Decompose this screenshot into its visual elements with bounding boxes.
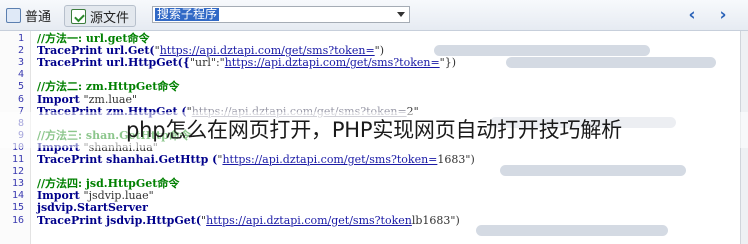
code-text: TracePrint url.HttpGet({"url":"https://a… xyxy=(37,57,456,69)
code-text: TracePrint shanhai.GetHttp ("https://api… xyxy=(37,154,475,166)
code-token-url[interactable]: https://api.dztapi.com/get/sms?token= xyxy=(222,153,437,166)
line-number: 15 xyxy=(11,202,24,214)
line-number: 11 xyxy=(11,154,24,165)
code-token-kw: Import xyxy=(37,92,84,106)
code-token-url[interactable]: https://api.dztapi.com/get/sms?token= xyxy=(225,56,440,69)
code-token-kw: TracePrint url.HttpGet({ xyxy=(37,56,190,70)
navigate-forward-icon[interactable]: › xyxy=(714,6,732,24)
line-number: 16 xyxy=(11,214,24,226)
redacted-token xyxy=(506,57,716,68)
line-number: 6 xyxy=(17,93,24,105)
redacted-token xyxy=(476,225,668,236)
code-token-url[interactable]: https://api.dztapi.com/get/sms?token= xyxy=(160,44,375,57)
code-token-tail: lb1683") xyxy=(411,213,460,227)
normal-view-button[interactable]: 普通 xyxy=(6,5,51,25)
redacted-token xyxy=(500,165,686,176)
code-token-kw: TracePrint url.Get( xyxy=(37,44,155,58)
line-number: 14 xyxy=(11,190,24,202)
source-view-label: 源文件 xyxy=(90,9,130,25)
source-file-icon xyxy=(71,8,86,24)
code-token-kw: TracePrint jsdvip.HttpGet( xyxy=(37,213,202,227)
code-token-kw: jsdvip.StartServer xyxy=(37,201,148,215)
subroutine-search-select[interactable]: 搜索子程序 xyxy=(152,6,410,23)
line-number: 5 xyxy=(17,81,24,93)
code-token-tail: ") xyxy=(374,44,385,58)
line-number: 12 xyxy=(11,166,24,178)
normal-view-icon xyxy=(6,7,21,23)
subroutine-search-value: 搜索子程序 xyxy=(155,7,220,21)
code-token-comment: //方法二: zm.HttpGet命令 xyxy=(37,80,180,94)
redacted-token xyxy=(434,45,650,56)
line-number: 2 xyxy=(17,45,24,57)
code-token-str: "url":" xyxy=(189,56,225,70)
code-token-kw: TracePrint shanhai.GetHttp ( xyxy=(37,153,218,166)
code-token-str: "zm.luae" xyxy=(83,92,138,106)
normal-view-label: 普通 xyxy=(25,8,52,24)
code-token-kw: Import xyxy=(37,189,84,203)
overlay-title: php怎么在网页打开，PHP实现网页自动打开技巧解析 xyxy=(126,118,622,142)
line-number: 13 xyxy=(11,178,24,190)
line-number: 3 xyxy=(17,57,24,69)
navigate-back-icon[interactable]: ‹ xyxy=(683,6,701,24)
code-token-tail: "}) xyxy=(439,56,457,70)
code-text: TracePrint jsdvip.HttpGet("https://api.d… xyxy=(37,213,460,227)
line-number: 1 xyxy=(17,33,24,44)
source-view-button[interactable]: 源文件 xyxy=(64,5,137,27)
code-token-tail: 1683") xyxy=(437,153,475,166)
code-token-str: "jsdvip.luae" xyxy=(83,189,154,203)
line-number: 4 xyxy=(17,69,24,81)
toolbar: 普通 源文件 搜索子程序 ‹ › xyxy=(0,0,748,31)
code-token-url[interactable]: https://api.dztapi.com/get/sms?token xyxy=(206,214,412,227)
code-token-comment: //方法一: url.get命令 xyxy=(37,32,150,45)
code-token-comment: //方法四: jsd.HttpGet命令 xyxy=(37,177,180,191)
chevron-down-icon[interactable] xyxy=(397,12,405,17)
